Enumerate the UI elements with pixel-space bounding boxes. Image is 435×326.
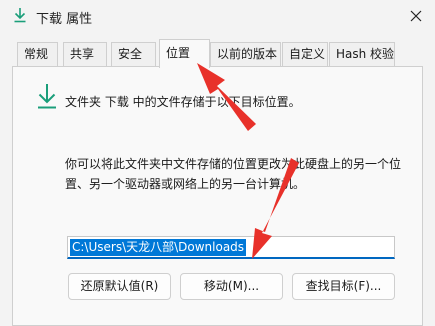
tab-sharing[interactable]: 共享	[63, 42, 107, 66]
window-title: 下载 属性	[36, 12, 93, 27]
location-description: 你可以将此文件夹中文件存储的位置更改为此硬盘上的另一个位置、另一个驱动器或网络上…	[65, 157, 402, 191]
tab-general[interactable]: 常规	[17, 42, 58, 66]
restore-default-button[interactable]: 还原默认值(R)	[68, 273, 171, 300]
tab-strip: 常规 共享 安全 位置 以前的版本 自定义 Hash 校验	[0, 39, 435, 68]
location-panel: 文件夹 下载 中的文件存储于以下目标位置。 你可以将此文件夹中文件存储的位置更改…	[12, 66, 423, 326]
tab-hash-check[interactable]: Hash 校验	[329, 42, 395, 66]
location-info-text: 文件夹 下载 中的文件存储于以下目标位置。	[65, 95, 301, 109]
move-button[interactable]: 移动(M)...	[180, 273, 283, 300]
find-target-button[interactable]: 查找目标(F)...	[292, 273, 395, 300]
title-bar: 下载 属性	[0, 0, 435, 34]
close-icon	[410, 10, 422, 25]
tab-location[interactable]: 位置	[159, 39, 210, 68]
close-button[interactable]	[396, 0, 435, 34]
tab-previous-versions[interactable]: 以前的版本	[210, 42, 281, 66]
location-path-value: C:\Users\天龙八部\Downloads	[70, 239, 247, 256]
tab-customize[interactable]: 自定义	[282, 42, 328, 66]
location-path-input[interactable]: C:\Users\天龙八部\Downloads	[67, 236, 395, 259]
download-arrow-icon	[13, 7, 27, 26]
download-arrow-icon	[36, 82, 58, 113]
tab-security[interactable]: 安全	[111, 42, 156, 66]
